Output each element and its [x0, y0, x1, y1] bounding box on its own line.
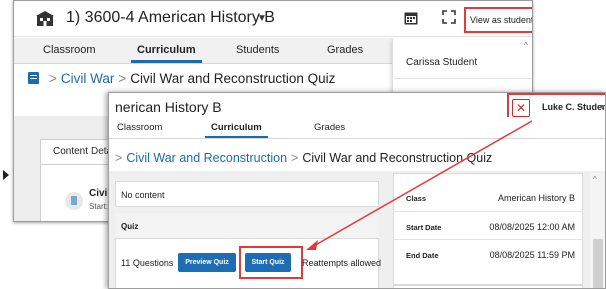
reattempts-text: Reattempts allowed: [302, 258, 382, 268]
quiz-label: Quiz: [121, 222, 139, 231]
tab-students[interactable]: Students: [236, 44, 279, 56]
breadcrumb-separator: >: [49, 71, 57, 86]
tab-grades[interactable]: Grades: [327, 44, 363, 56]
detail-value: American History B: [497, 193, 575, 203]
dropdown-item-student[interactable]: Carissa Student: [406, 57, 477, 68]
view-as-student-button[interactable]: View as student ▾: [464, 7, 533, 33]
breadcrumb-link[interactable]: Civil War and Reconstruction: [126, 151, 287, 165]
detail-label: End Date: [406, 251, 439, 260]
scroll-up-icon[interactable]: ^: [593, 175, 597, 184]
detail-value: 08/08/2025 12:00 AM: [489, 222, 575, 232]
breadcrumb-separator: >: [291, 151, 299, 165]
tab-grades[interactable]: Grades: [314, 122, 345, 133]
divider: [394, 78, 532, 79]
front-window: nerican History B ✕ Luke C. Student ▼ Cl…: [108, 92, 606, 289]
scrollbar-thumb[interactable]: [593, 239, 603, 288]
tab-content[interactable]: Content: [53, 146, 88, 157]
tab-curriculum[interactable]: Curriculum: [205, 122, 268, 138]
course-dropdown-caret-icon[interactable]: ▼: [257, 13, 267, 24]
no-content-text: No content: [121, 190, 165, 200]
preview-quiz-button[interactable]: Preview Quiz: [178, 253, 236, 272]
calendar-icon[interactable]: [404, 11, 418, 25]
divider: [393, 211, 583, 212]
document-icon: [65, 192, 83, 210]
tab-curriculum[interactable]: Curriculum: [131, 44, 202, 63]
breadcrumb-current: Civil War and Reconstruction Quiz: [130, 71, 336, 86]
detail-label: Start Date: [406, 223, 442, 232]
tab-classroom[interactable]: Classroom: [43, 44, 96, 56]
breadcrumb-current: Civil War and Reconstruction Quiz: [302, 151, 493, 165]
chevron-up-icon[interactable]: ^: [524, 41, 528, 50]
curriculum-book-icon: [28, 72, 39, 84]
details-footer: [393, 285, 583, 288]
course-title[interactable]: nerican History B: [115, 99, 222, 115]
tab-classroom[interactable]: Classroom: [117, 122, 162, 133]
expand-arrow-icon[interactable]: [3, 170, 9, 180]
fullscreen-icon[interactable]: [442, 10, 456, 24]
highlight-box: [239, 246, 303, 279]
question-count: 11 Questions: [121, 258, 174, 268]
view-as-student-label: View as student: [470, 15, 533, 25]
breadcrumb-link[interactable]: Civil War: [61, 71, 115, 86]
school-icon: [36, 11, 54, 26]
breadcrumb-separator: >: [115, 151, 123, 165]
course-title[interactable]: 1) 3600-4 American History B: [66, 9, 275, 27]
breadcrumb: > Civil War and Reconstruction > Civil War …: [111, 151, 492, 165]
detail-value: 08/08/2025 11:59 PM: [489, 250, 575, 260]
breadcrumb-separator: >: [118, 71, 127, 86]
quiz-header: [115, 213, 379, 239]
divider: [393, 239, 583, 240]
item-title[interactable]: Civil: [89, 188, 110, 199]
item-start: Start:: [89, 202, 109, 211]
front-tab-bar: Classroom Curriculum Grades: [109, 117, 605, 139]
detail-label: Class: [406, 194, 427, 203]
breadcrumb: > Civil War > Civil War and Reconstruction …: [28, 71, 335, 86]
